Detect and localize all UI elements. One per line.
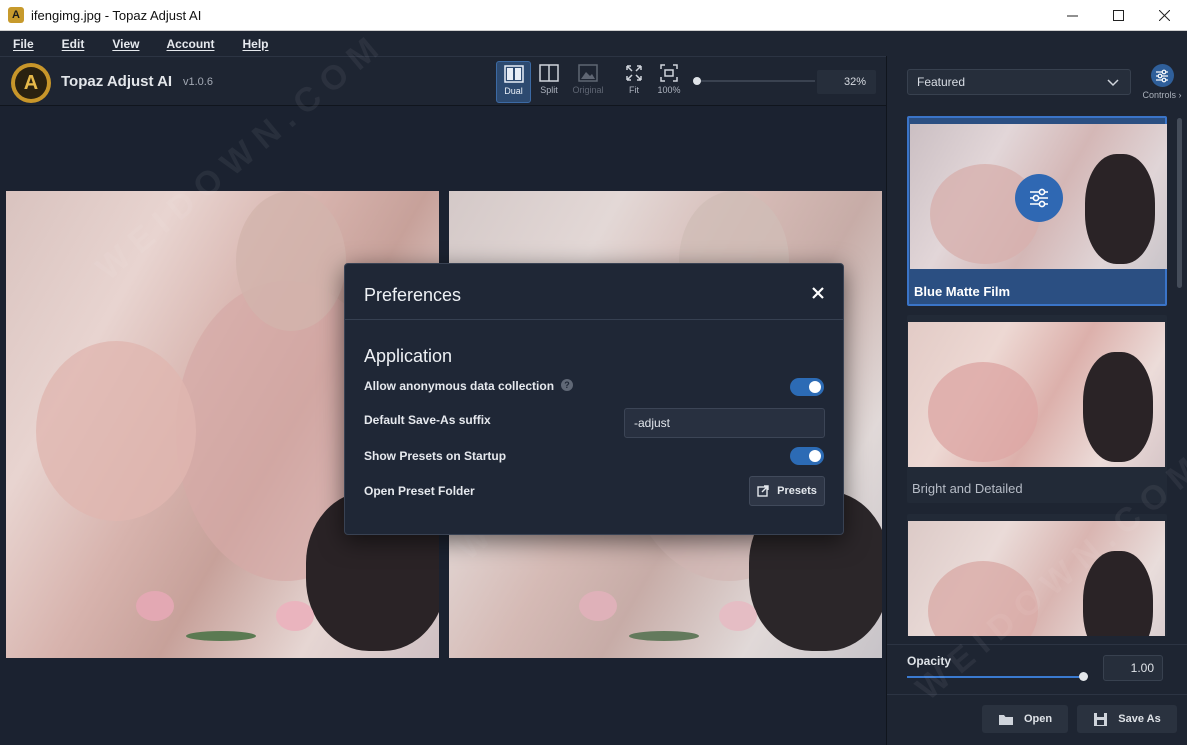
split-view-button[interactable]: Split [534, 61, 564, 103]
dual-view-button[interactable]: Dual [496, 61, 531, 103]
opacity-slider-handle[interactable] [1079, 672, 1088, 681]
split-view-icon [539, 64, 559, 82]
opacity-control: Opacity 1.00 [887, 644, 1187, 694]
section-title: Application [364, 346, 453, 366]
dual-view-icon [503, 65, 524, 83]
dialog-header: Preferences [345, 264, 843, 320]
preset-filter-dropdown[interactable]: Featured [907, 69, 1131, 95]
chevron-down-icon [1107, 79, 1119, 87]
preset-name: Blue Matte Film [914, 284, 1011, 299]
preferences-dialog: Preferences Application Allow anonymous … [344, 263, 844, 535]
menu-file[interactable]: File [13, 37, 34, 51]
open-button[interactable]: Open [982, 705, 1068, 733]
controls-button[interactable]: Controls › [1140, 64, 1184, 102]
close-icon[interactable] [1141, 0, 1187, 31]
preset-list: Blue Matte Film Bright and Detailed [907, 116, 1168, 636]
fit-icon [626, 65, 642, 81]
maximize-icon[interactable] [1095, 0, 1141, 31]
menu-help[interactable]: Help [242, 37, 268, 51]
preset-name: Bright and Detailed [912, 481, 1023, 496]
actual-size-icon [660, 64, 678, 82]
zoom-slider-track[interactable] [697, 80, 815, 82]
fit-button[interactable]: Fit [621, 61, 647, 103]
folder-icon [998, 714, 1013, 725]
menu-bar: File Edit View Account Help [0, 31, 1187, 56]
menu-edit[interactable]: Edit [62, 37, 85, 51]
app-icon: A [8, 7, 24, 23]
save-as-suffix-label: Default Save-As suffix [364, 413, 491, 427]
save-icon [1094, 712, 1108, 726]
file-actions: Open Save As [887, 694, 1187, 745]
preset-filter-value: Featured [917, 75, 966, 89]
opacity-value[interactable]: 1.00 [1103, 655, 1163, 681]
minimize-icon[interactable] [1049, 0, 1095, 31]
presets-sidebar: Featured Controls › Blue Matte Film Brig… [886, 56, 1187, 745]
sliders-icon [1156, 69, 1168, 82]
opacity-label: Opacity [907, 654, 952, 668]
save-as-suffix-input[interactable]: -adjust [624, 408, 825, 438]
anonymous-data-toggle[interactable] [790, 378, 824, 396]
actual-size-button[interactable]: 100% [654, 61, 684, 103]
zoom-value[interactable]: 32% [817, 70, 876, 94]
menu-account[interactable]: Account [166, 37, 214, 51]
show-presets-toggle[interactable] [790, 447, 824, 465]
help-icon[interactable]: ? [561, 379, 573, 391]
app-version: v1.0.6 [183, 76, 213, 88]
preset-list-scrollbar[interactable] [1177, 118, 1182, 288]
close-icon[interactable] [811, 286, 825, 300]
original-view-icon [578, 64, 598, 82]
save-as-button[interactable]: Save As [1077, 705, 1177, 733]
show-presets-label: Show Presets on Startup [364, 449, 507, 463]
app-name: Topaz Adjust AI [61, 73, 173, 90]
opacity-slider-track[interactable] [907, 676, 1083, 678]
window-title: ifengimg.jpg - Topaz Adjust AI [31, 7, 202, 23]
zoom-slider-handle[interactable] [693, 77, 701, 85]
original-view-button[interactable]: Original [569, 61, 607, 103]
external-link-icon [757, 485, 769, 497]
dialog-title: Preferences [364, 285, 462, 305]
preset-card[interactable] [907, 514, 1167, 636]
topaz-logo: A [11, 63, 51, 103]
preset-card-blue-matte-film[interactable]: Blue Matte Film [907, 116, 1167, 306]
apply-preset-icon[interactable] [1015, 174, 1063, 222]
window-title-bar: A ifengimg.jpg - Topaz Adjust AI [0, 0, 1187, 31]
open-preset-folder-label: Open Preset Folder [364, 484, 475, 498]
preset-card-bright-and-detailed[interactable]: Bright and Detailed [907, 315, 1167, 503]
open-presets-folder-button[interactable]: Presets [749, 476, 825, 506]
menu-view[interactable]: View [112, 37, 139, 51]
anonymous-data-label: Allow anonymous data collection [364, 379, 555, 393]
